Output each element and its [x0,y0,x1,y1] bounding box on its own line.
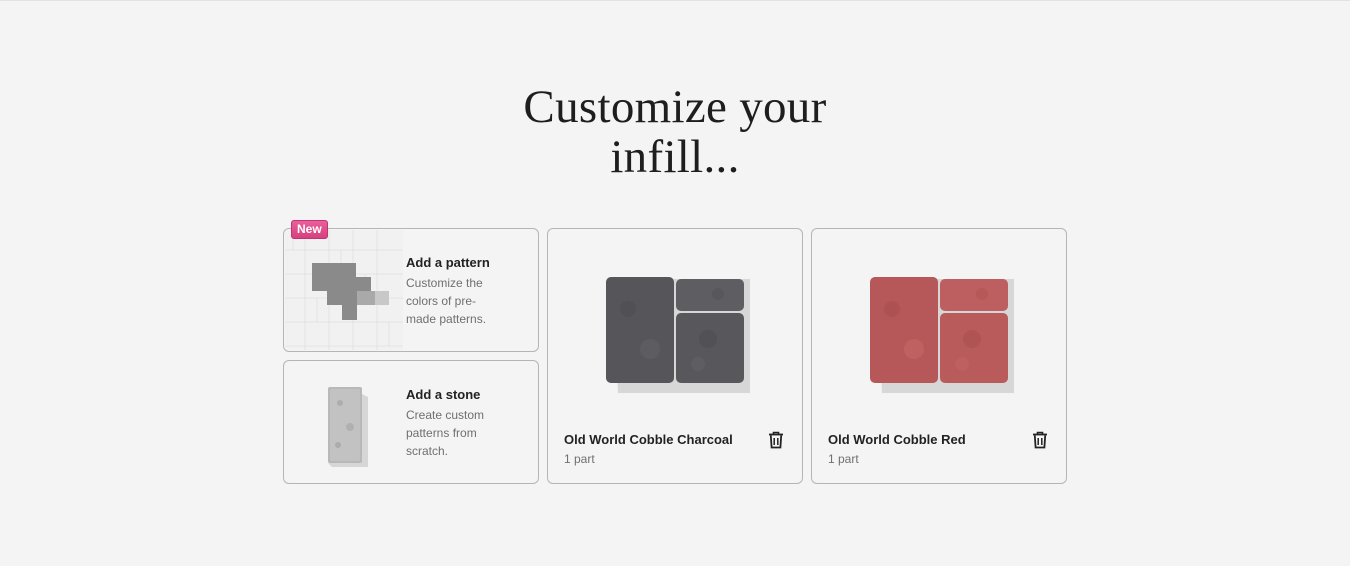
add-stone-title: Add a stone [406,387,481,402]
product-part-count: 1 part [828,452,859,466]
add-pattern-card[interactable]: Add a pattern Customize the colors of pr… [283,228,539,352]
page-title-line-1: Customize your [523,81,827,133]
stone-thumbnail [320,383,376,469]
product-card-charcoal[interactable]: Old World Cobble Charcoal 1 part [547,228,803,484]
trash-icon[interactable] [768,431,784,449]
add-stone-card[interactable]: Add a stone Create custom patterns from … [283,360,539,484]
product-part-count: 1 part [564,452,595,466]
top-divider [0,0,1350,1]
red-stone-image [862,269,1022,399]
add-pattern-title: Add a pattern [406,255,490,270]
pattern-thumbnail [285,230,403,350]
product-name: Old World Cobble Red [828,432,966,447]
add-pattern-description: Customize the colors of pre-made pattern… [406,276,487,326]
charcoal-stone-image [598,269,758,399]
page-title: Customize your infill... [0,82,1350,182]
trash-icon[interactable] [1032,431,1048,449]
product-name: Old World Cobble Charcoal [564,432,733,447]
add-stone-description: Create custom patterns from scratch. [406,408,485,458]
product-card-red[interactable]: Old World Cobble Red 1 part [811,228,1067,484]
page-title-line-2: infill... [610,131,740,183]
new-badge: New [291,220,328,239]
